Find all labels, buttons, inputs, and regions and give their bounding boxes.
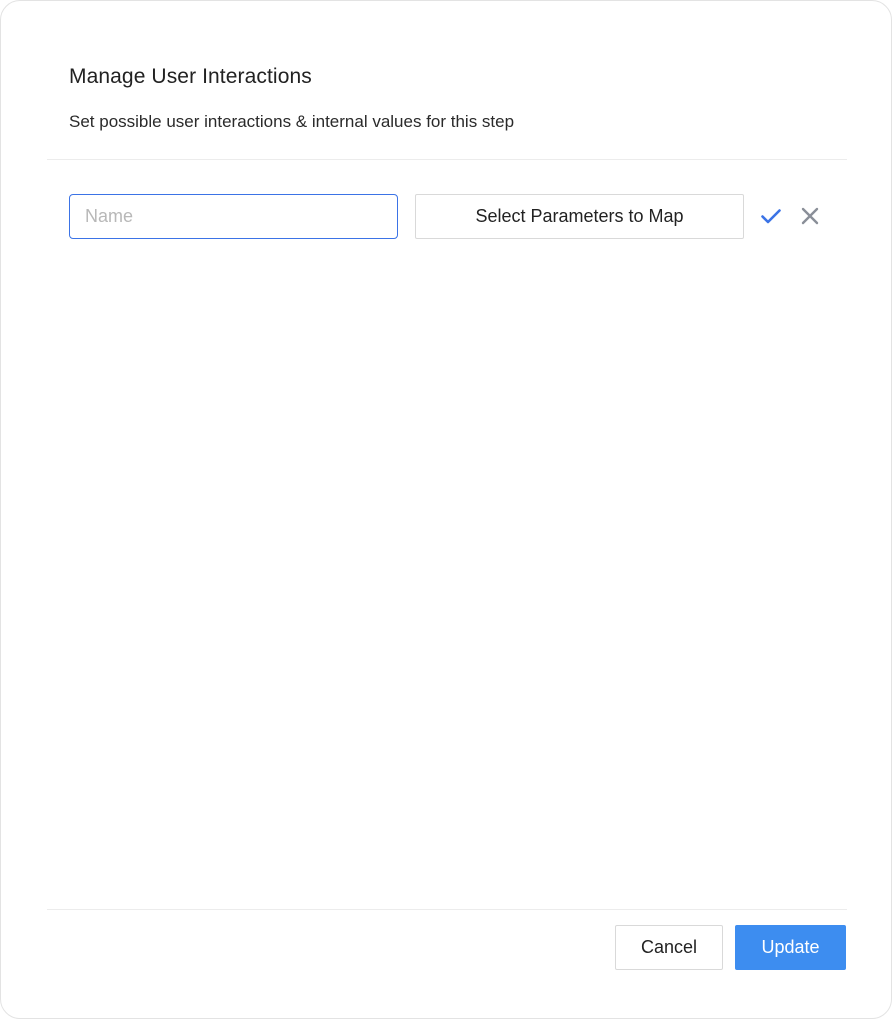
manage-user-interactions-dialog: Manage User Interactions Set possible us… [0, 0, 892, 1019]
update-button[interactable]: Update [735, 925, 846, 970]
name-input[interactable] [69, 194, 398, 239]
dialog-subtitle: Set possible user interactions & interna… [69, 112, 515, 131]
footer-divider [47, 909, 847, 910]
close-icon [801, 207, 819, 225]
confirm-button[interactable] [757, 202, 785, 230]
discard-button[interactable] [796, 202, 824, 230]
select-parameters-button[interactable]: Select Parameters to Map [415, 194, 744, 239]
header-divider [47, 159, 847, 160]
check-icon [761, 209, 781, 224]
dialog-title: Manage User Interactions [69, 65, 312, 88]
cancel-button[interactable]: Cancel [615, 925, 723, 970]
